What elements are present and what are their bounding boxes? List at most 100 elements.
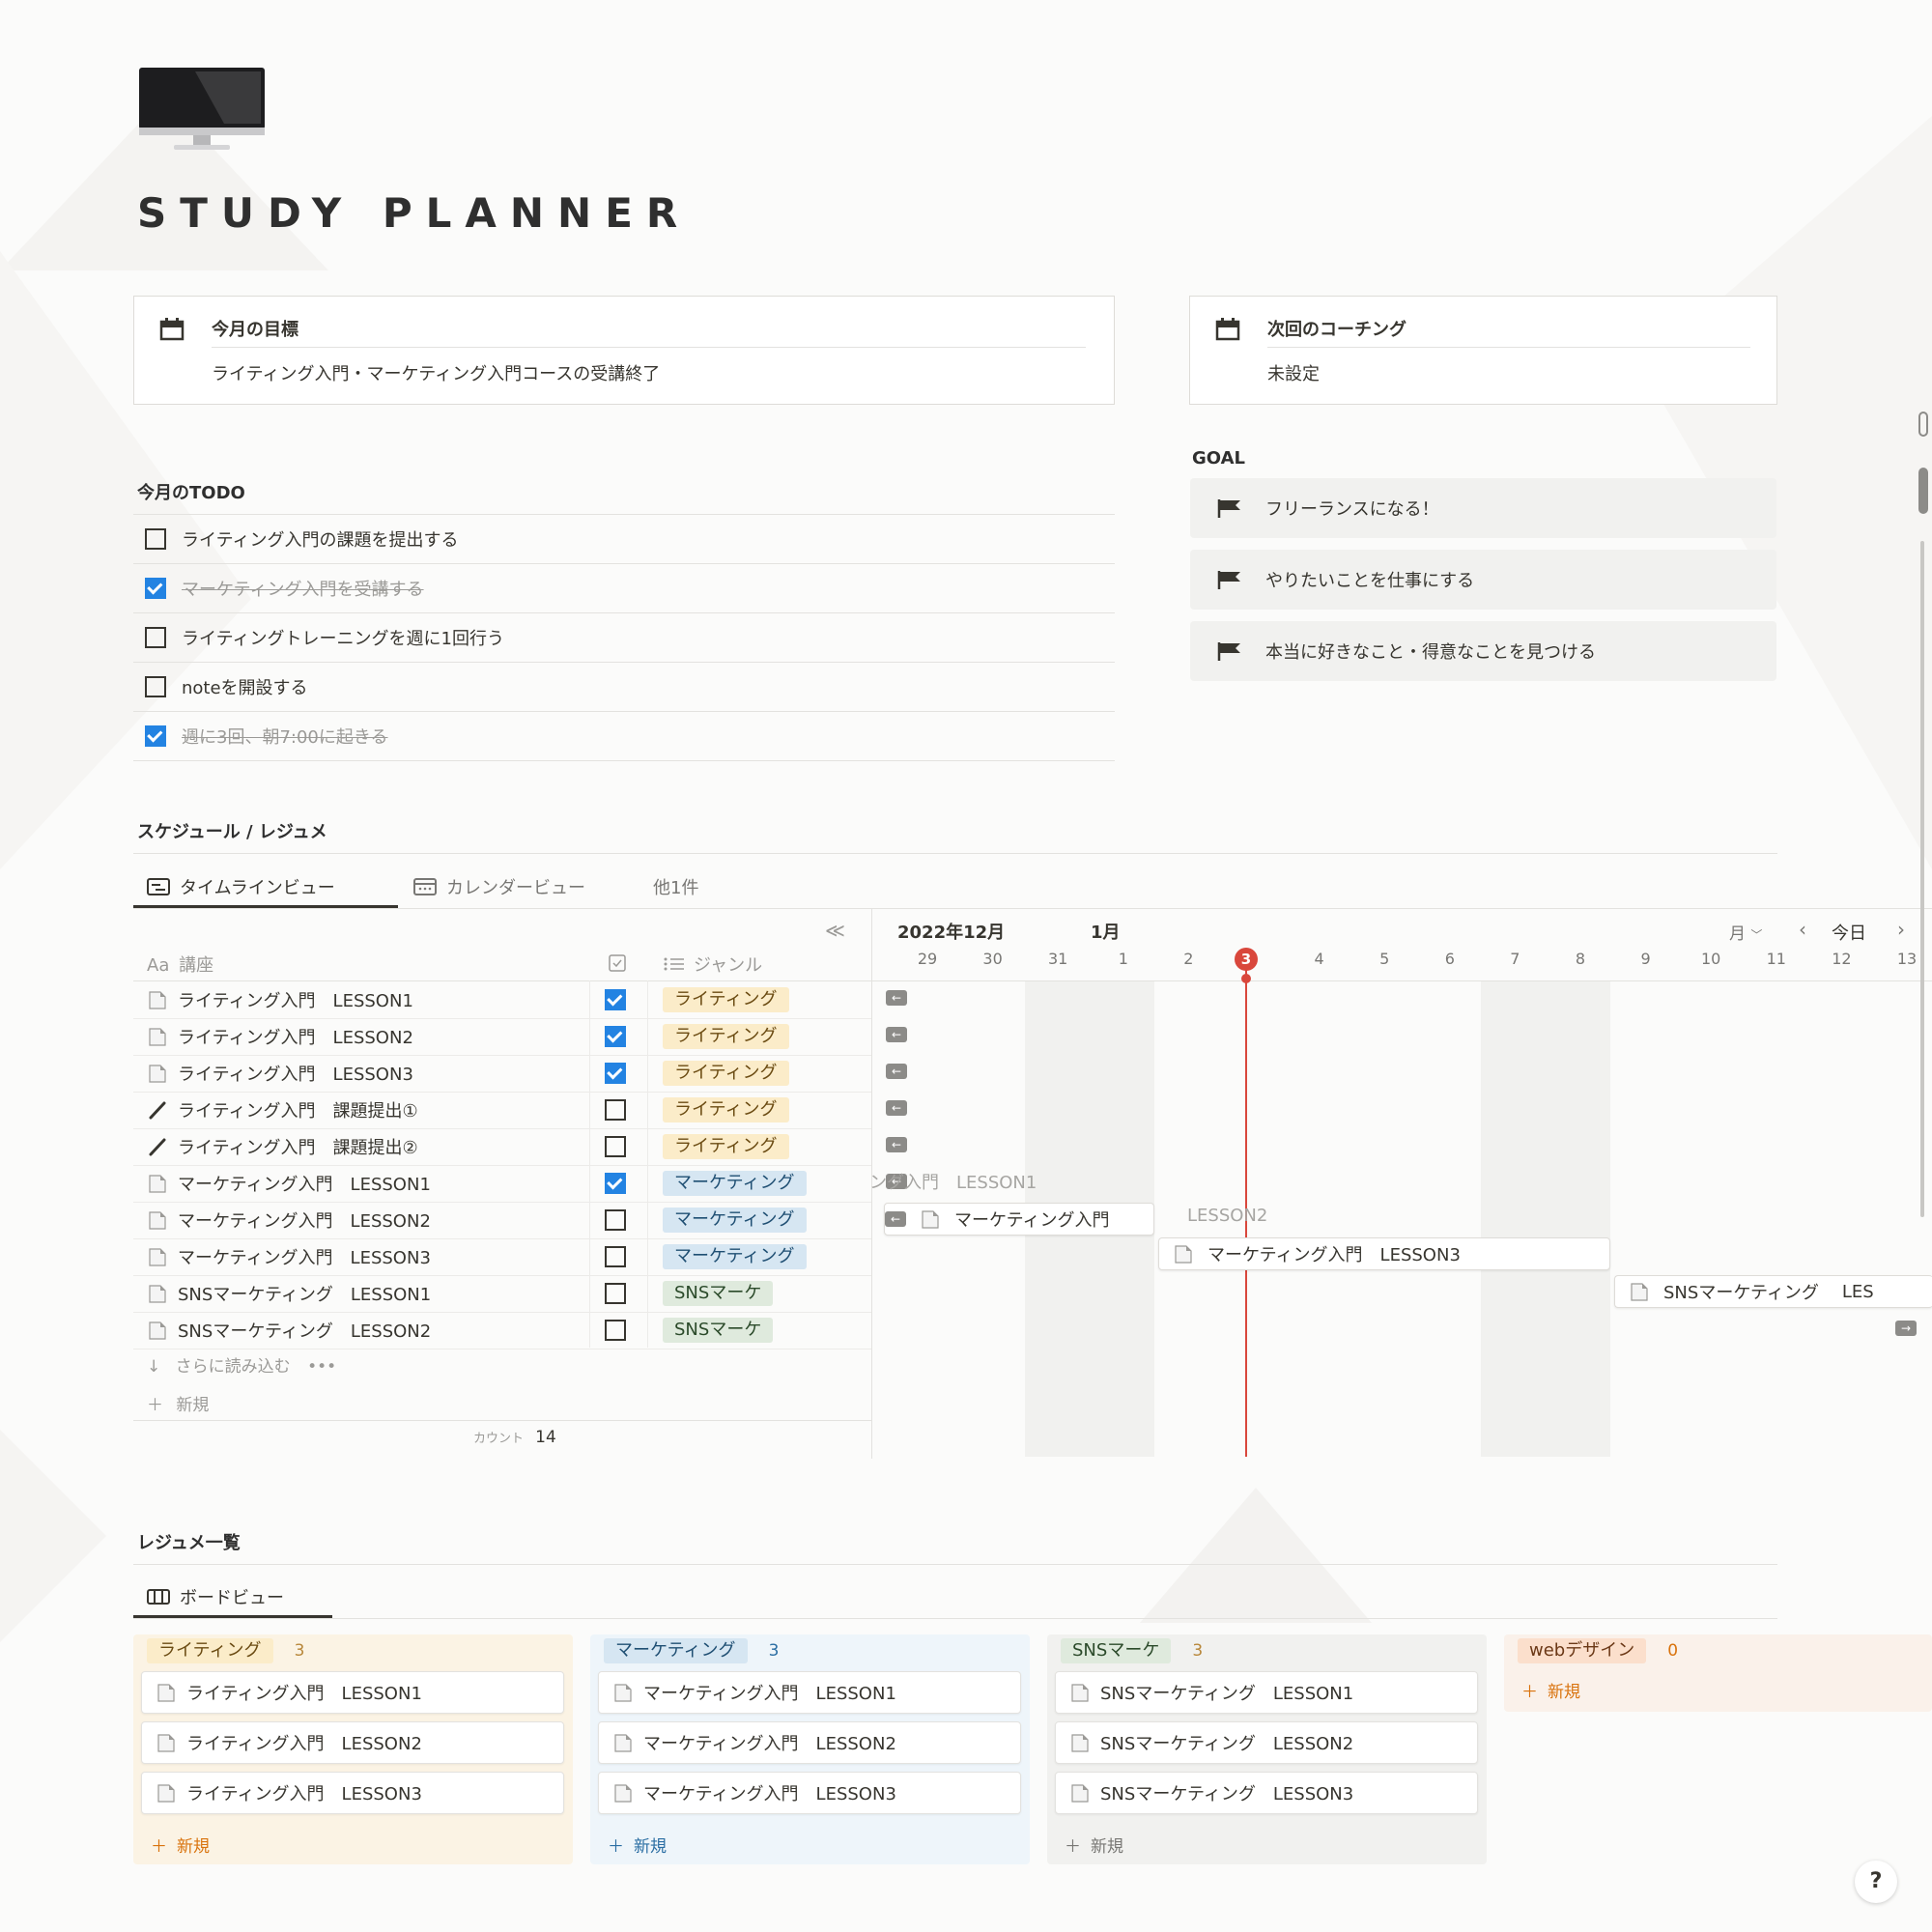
group-tag: SNSマーケ xyxy=(1061,1638,1172,1663)
card-label: 次回のコーチング xyxy=(1267,320,1406,340)
row-checkbox[interactable] xyxy=(605,1246,626,1267)
row-checkbox[interactable] xyxy=(605,1320,626,1341)
column-label: ジャンル xyxy=(694,955,763,976)
row-genre: マーケティング xyxy=(663,1244,807,1269)
text-type-icon: Aa xyxy=(147,955,170,976)
tab-more[interactable]: 他1件 xyxy=(653,874,698,899)
board-card[interactable]: マーケティング入門 LESSON2 xyxy=(598,1721,1021,1764)
card-title: ライティング入門 LESSON1 xyxy=(186,1684,422,1704)
load-more-button[interactable]: ↓ さらに読み込む ••• xyxy=(147,1352,336,1377)
new-row-button[interactable]: ＋ 新規 xyxy=(147,1391,209,1415)
column-header-genre[interactable]: ジャンル xyxy=(663,952,762,977)
row-name: SNSマーケティング LESSON1 xyxy=(178,1285,432,1305)
todo-item[interactable]: マーケティング入門を受講する xyxy=(133,564,1115,613)
genre-tag: ライティング xyxy=(663,1134,789,1159)
new-card-button[interactable]: ＋ 新規 xyxy=(608,1833,667,1857)
arrow-left-icon[interactable]: ← xyxy=(886,1027,907,1042)
timeline-bar-marketing-2[interactable]: ← マーケティング入門 xyxy=(884,1203,1154,1236)
board-card[interactable]: ライティング入門 LESSON2 xyxy=(141,1721,564,1764)
board-card[interactable]: ライティング入門 LESSON3 xyxy=(141,1772,564,1814)
board-card[interactable]: ライティング入門 LESSON1 xyxy=(141,1671,564,1714)
todo-checkbox[interactable] xyxy=(145,578,166,599)
weekend-shade xyxy=(1481,981,1610,1457)
tab-board[interactable]: ボードビュー xyxy=(147,1584,284,1609)
genre-tag: ライティング xyxy=(663,1024,789,1049)
arrow-left-icon[interactable]: ← xyxy=(886,990,907,1006)
bar-label-tail: LES xyxy=(1841,1281,1874,1302)
goal-item[interactable]: フリーランスになる！ xyxy=(1190,478,1776,538)
bar-label: マーケティング入門 LESSON3 xyxy=(1208,1245,1461,1265)
row-checkbox[interactable] xyxy=(605,1173,626,1194)
tab-timeline[interactable]: タイムラインビュー xyxy=(147,874,335,899)
todo-checkbox[interactable] xyxy=(145,676,166,697)
arrow-left-icon[interactable]: ← xyxy=(886,1100,907,1116)
tab-label: カレンダービュー xyxy=(446,878,585,898)
page-icon xyxy=(922,1210,939,1229)
todo-text: noteを開設する xyxy=(182,678,308,698)
timeline-bar-faded[interactable]: LESSON2 xyxy=(1187,1206,1267,1226)
arrow-left-icon[interactable]: ← xyxy=(886,1137,907,1152)
card-value: 未設定 xyxy=(1267,364,1320,384)
group-tag: ライティング xyxy=(147,1638,273,1663)
row-checkbox[interactable] xyxy=(605,1063,626,1084)
todo-item[interactable]: 週に3回、朝7:00に起きる xyxy=(133,712,1115,761)
new-card-button[interactable]: ＋ 新規 xyxy=(1521,1678,1580,1702)
tab-calendar[interactable]: カレンダービュー xyxy=(413,874,585,899)
scrollbar[interactable] xyxy=(1918,468,1928,514)
row-checkbox[interactable] xyxy=(605,989,626,1010)
board-card[interactable]: マーケティング入門 LESSON1 xyxy=(598,1671,1021,1714)
goal-item[interactable]: 本当に好きなこと・得意なことを見つける xyxy=(1190,621,1776,681)
timeline-bar-marketing-3[interactable]: マーケティング入門 LESSON3 xyxy=(1158,1237,1610,1270)
goal-title: GOAL xyxy=(1192,448,1245,469)
row-genre: マーケティング xyxy=(663,1171,807,1196)
arrow-left-icon[interactable]: ← xyxy=(886,1064,907,1079)
board-card[interactable]: SNSマーケティング LESSON3 xyxy=(1055,1772,1478,1814)
arrow-left-icon: ← xyxy=(885,1211,906,1227)
count-value: 14 xyxy=(535,1428,556,1447)
todo-item[interactable]: ライティング入門の課題を提出する xyxy=(133,515,1115,564)
pen-icon xyxy=(149,1101,166,1120)
board-card[interactable]: SNSマーケティング LESSON2 xyxy=(1055,1721,1478,1764)
genre-tag: ライティング xyxy=(663,987,789,1012)
coaching-card[interactable]: 次回のコーチング 未設定 xyxy=(1189,296,1777,405)
todo-item[interactable]: noteを開設する xyxy=(133,663,1115,712)
row-checkbox[interactable] xyxy=(605,1099,626,1121)
column-header-name[interactable]: Aa 講座 xyxy=(147,952,213,977)
timeline-bar-faded[interactable]: ング入門 LESSON1 xyxy=(869,1169,1037,1194)
help-button[interactable]: ? xyxy=(1855,1861,1897,1903)
row-checkbox[interactable] xyxy=(605,1136,626,1157)
todo-item[interactable]: ライティングトレーニングを週に1回行う xyxy=(133,613,1115,663)
row-genre: マーケティング xyxy=(663,1208,807,1233)
row-genre: ライティング xyxy=(663,987,789,1012)
todo-checkbox[interactable] xyxy=(145,725,166,747)
goal-text: フリーランスになる！ xyxy=(1265,499,1439,520)
timeline-bar-sns-1[interactable]: SNSマーケティング LES xyxy=(1614,1275,1932,1308)
today-button[interactable]: 今日 xyxy=(1832,920,1866,945)
row-checkbox[interactable] xyxy=(605,1209,626,1231)
board-card[interactable]: マーケティング入門 LESSON3 xyxy=(598,1772,1021,1814)
todo-checkbox[interactable] xyxy=(145,627,166,648)
divider xyxy=(1267,347,1750,348)
page-icon xyxy=(1071,1684,1089,1702)
divider xyxy=(133,1420,871,1421)
schedule-title: スケジュール / レジュメ xyxy=(137,822,327,842)
todo-checkbox[interactable] xyxy=(145,528,166,550)
collapse-button[interactable]: ≪ xyxy=(825,919,845,942)
new-label: 新規 xyxy=(177,1837,210,1857)
prev-button[interactable]: ‹ xyxy=(1799,918,1806,941)
new-card-button[interactable]: ＋ 新規 xyxy=(1065,1833,1123,1857)
next-button[interactable]: › xyxy=(1897,918,1905,941)
goal-item[interactable]: やりたいことを仕事にする xyxy=(1190,550,1776,610)
row-checkbox[interactable] xyxy=(605,1283,626,1304)
row-checkbox[interactable] xyxy=(605,1026,626,1047)
board-card[interactable]: SNSマーケティング LESSON1 xyxy=(1055,1671,1478,1714)
view-mode-select[interactable]: 月 ﹀ xyxy=(1729,920,1762,944)
monthly-goal-card[interactable]: 今月の目標 ライティング入門・マーケティング入門コースの受講終了 xyxy=(133,296,1115,405)
checkbox-column-icon[interactable] xyxy=(608,953,627,973)
view-mode-label: 月 xyxy=(1729,924,1746,944)
new-card-button[interactable]: ＋ 新規 xyxy=(151,1833,210,1857)
scrollbar-track xyxy=(1920,541,1924,1217)
arrow-right-icon[interactable]: → xyxy=(1895,1321,1917,1336)
card-title: ライティング入門 LESSON2 xyxy=(186,1734,422,1754)
bar-label: SNSマーケティング xyxy=(1663,1283,1819,1303)
